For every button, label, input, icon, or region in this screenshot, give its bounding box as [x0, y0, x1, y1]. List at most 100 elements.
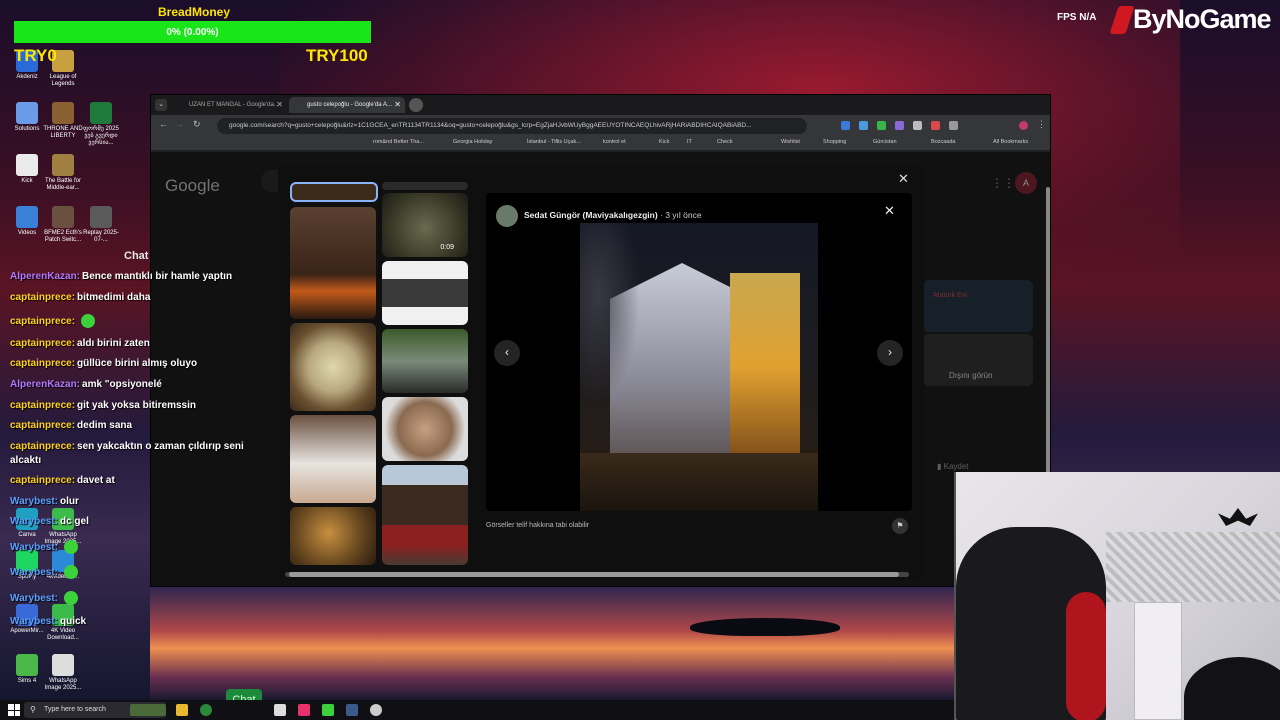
tab-gusto-celepoglu[interactable]: gusto celepoğlu - Google'da A... ✕ [289, 97, 405, 113]
main-photo[interactable] [580, 223, 818, 511]
image-thumbnail[interactable] [382, 397, 468, 461]
chat-message: AlperenKazan: Bence mantıklı bir hamle ya… [10, 271, 232, 282]
bookmark-item[interactable]: Gürcistan [873, 139, 897, 145]
chat-message: Warybest: dc gel [10, 516, 89, 527]
author-name[interactable]: Sedat Güngör (Maviyakalıgezgin) [524, 210, 658, 220]
extensions-puzzle-icon[interactable] [949, 121, 958, 130]
reload-icon[interactable]: ↻ [193, 119, 201, 130]
money-percent: 0% (0.00%) [166, 26, 219, 38]
chat-text: Bence mantıklı bir hamle yaptın [82, 271, 233, 282]
url-field[interactable]: google.com/search?q=gusto+celepoğlu&rlz=… [217, 118, 807, 134]
money-low: TRY0 [14, 46, 57, 65]
bookmark-item[interactable]: İstanbul - Tiflis Uçak... [527, 139, 581, 145]
extension-icon[interactable] [877, 121, 886, 130]
file-explorer-icon[interactable] [176, 704, 188, 716]
windows-start-icon[interactable] [8, 704, 20, 716]
app-icon [16, 654, 38, 676]
webcam-feed [954, 472, 1280, 720]
forward-icon[interactable]: → [175, 119, 184, 129]
image-thumbnail[interactable] [290, 207, 376, 319]
obs-icon[interactable] [370, 704, 382, 716]
bookmark-item[interactable]: All Bookmarks [993, 139, 1028, 145]
report-flag-icon[interactable]: ⚑ [892, 518, 908, 534]
bookmark-item[interactable]: Bozcaada [931, 139, 955, 145]
emote-icon [63, 540, 78, 554]
bookmark-item[interactable]: rom&nd Better Tha... [373, 139, 424, 145]
money-progress-fill: 0% (0.00%) [14, 21, 371, 43]
scrollbar-thumb[interactable] [289, 572, 899, 577]
desktop-icon-label: WhatsApp Image 2025... [44, 678, 82, 691]
horizontal-scrollbar[interactable] [285, 572, 909, 577]
image-thumbnail[interactable] [290, 415, 376, 503]
streamer [1184, 657, 1280, 720]
tab-close-icon[interactable]: ✕ [276, 97, 283, 113]
desktop-icon[interactable]: WhatsApp Image 2025... [40, 654, 86, 692]
tiktok-icon[interactable] [298, 704, 310, 716]
lightbox-close-icon[interactable]: ✕ [898, 171, 909, 187]
chat-message: captainprece: dedim sana [10, 420, 132, 431]
chat-message: Warybest: [10, 565, 78, 579]
bookmark-item[interactable]: Check [717, 139, 733, 145]
chat-username: Warybest: [10, 592, 58, 604]
image-thumbnail[interactable] [290, 323, 376, 411]
steam-icon[interactable] [346, 704, 358, 716]
bookmark-item[interactable]: Kick [659, 139, 669, 145]
bookmark-item[interactable]: Georgia Holiday [453, 139, 492, 145]
chat-username: captainprece: [10, 315, 76, 327]
webcam-wall-pattern [1106, 532, 1280, 602]
back-icon[interactable]: ← [159, 119, 168, 129]
chat-username: Warybest: [10, 566, 58, 578]
extension-icon[interactable] [841, 121, 850, 130]
chat-text: bitmedimi daha [77, 292, 151, 303]
desktop-icon-label: ფორმე 2025 ვებ გვერდი ვერსია... [83, 126, 119, 146]
chrome-icon[interactable] [200, 704, 212, 716]
profile-avatar[interactable] [1019, 121, 1028, 130]
extension-icon[interactable] [913, 121, 922, 130]
menu-kebab-icon[interactable]: ⋮ [1037, 119, 1046, 130]
image-thumbnail[interactable] [382, 329, 468, 393]
chat-username: captainprece: [10, 358, 76, 369]
extension-icon[interactable] [931, 121, 940, 130]
search-placeholder: Type here to search [44, 706, 106, 713]
snipping-tool-icon[interactable] [274, 704, 286, 716]
previous-image-button[interactable]: ‹ [494, 340, 520, 366]
bookmark-item[interactable]: Wishlist [781, 139, 800, 145]
next-image-button[interactable]: › [877, 340, 903, 366]
bookmark-item[interactable]: kontrol et [603, 139, 626, 145]
google-results-page: Google ⋮⋮ A Atatürk Evi Dışını görün ▮ K… [151, 152, 1050, 586]
news-widget-icon[interactable] [130, 704, 166, 716]
bat-decoration-icon [1218, 508, 1258, 526]
extension-icon[interactable] [895, 121, 904, 130]
image-thumbnail[interactable] [290, 507, 376, 565]
brand-logo: ByNoGame [1133, 4, 1272, 34]
chat-message: captainprece: bitmedimi daha [10, 292, 150, 303]
photo-street [580, 453, 818, 511]
new-tab-button[interactable] [409, 98, 423, 112]
fps-label: FPS [1057, 12, 1077, 23]
viewer-close-icon[interactable]: ✕ [884, 203, 895, 219]
author-avatar[interactable] [496, 205, 518, 227]
tab-uzan-et-mangal[interactable]: UZAN ET MANGAL - Google'da... ✕ [171, 97, 287, 113]
desktop-icon[interactable]: Replay 2025-07-... [78, 206, 124, 244]
app-icon [52, 206, 74, 228]
image-thumbnail[interactable] [382, 182, 468, 190]
tab-bar: ⌄ UZAN ET MANGAL - Google'da... ✕ gusto … [151, 95, 1050, 115]
chat-message: captainprece: sen yakcaktın o zaman çıldı… [10, 440, 250, 468]
image-thumbnail[interactable] [382, 261, 468, 325]
video-thumbnail[interactable]: 0:09 [382, 193, 468, 257]
app-icon [16, 206, 38, 228]
image-lightbox: ✕ 0:09 Sedat Güngör (Maviyakalıgezgin) ·… [278, 165, 1050, 580]
desktop-icon[interactable]: The Battle for Middle-ear... [40, 154, 86, 192]
image-thumbnail[interactable] [290, 182, 378, 202]
tab-close-icon[interactable]: ✕ [394, 97, 401, 113]
bookmark-item[interactable]: Shopping [823, 139, 846, 145]
extension-icon[interactable] [859, 121, 868, 130]
kick-icon[interactable] [322, 704, 334, 716]
chat-message: captainprece: davet at [10, 475, 115, 486]
chat-message: Warybest: olur [10, 496, 79, 507]
image-thumbnail[interactable] [382, 465, 468, 565]
tab-search-icon[interactable]: ⌄ [155, 99, 167, 111]
desktop-icon[interactable]: ფორმე 2025 ვებ გვერდი ვერსია... [78, 102, 124, 147]
bookmark-item[interactable]: IT [687, 139, 692, 145]
chat-message: captainprece: aldı birini zaten [10, 338, 150, 349]
